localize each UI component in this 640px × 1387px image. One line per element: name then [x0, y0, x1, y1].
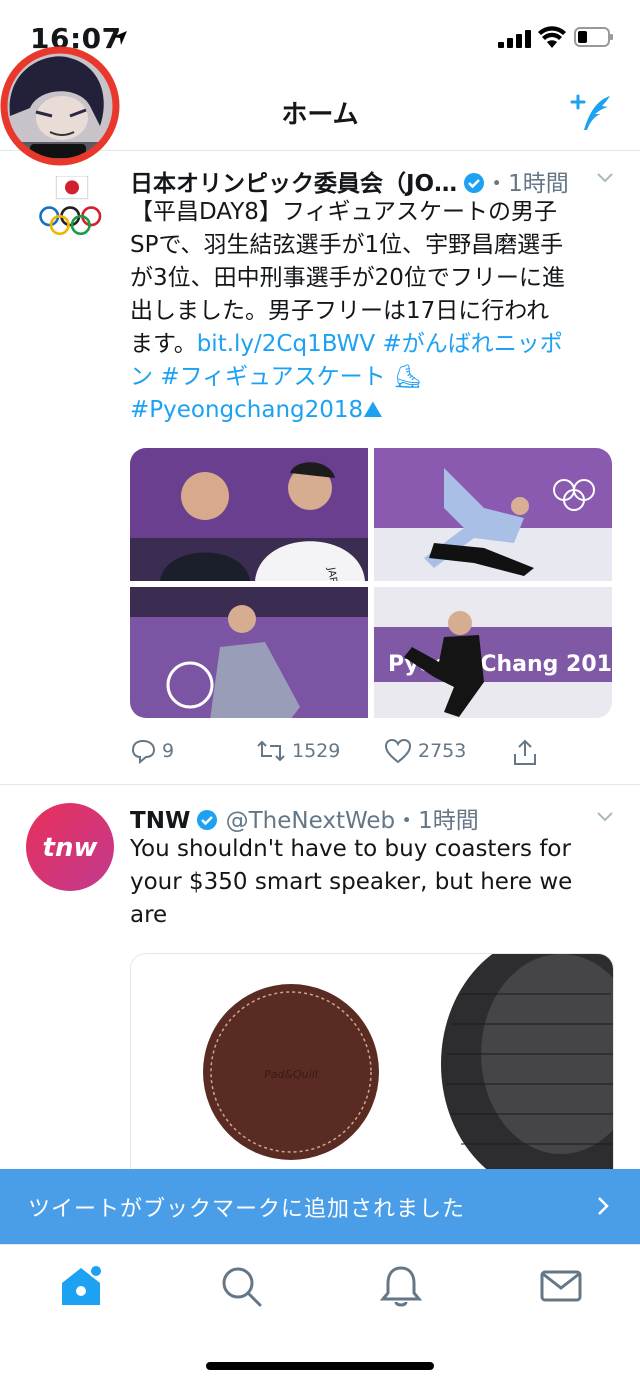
reply-icon	[131, 739, 156, 764]
cellular-signal-icon	[498, 30, 531, 48]
tweet-text-line: You shouldn't have to buy coasters for	[130, 836, 571, 862]
author-handle[interactable]: @TheNextWeb	[226, 808, 396, 834]
tweet-text-line: が3位、田中刑事選手が20位でフリーに進	[130, 265, 565, 291]
photo-coach-and-skater[interactable]: JAPAN	[130, 448, 368, 581]
share-button[interactable]	[512, 738, 538, 766]
author-name[interactable]: TNW	[130, 808, 190, 834]
tweet[interactable]: tnw TNW @TheNextWeb・1時間 You shouldn't ha…	[0, 785, 640, 1195]
tweet-text: 【平昌DAY8】フィギュアスケートの男子 SPで、羽生結弦選手が1位、宇野昌磨選…	[130, 196, 610, 427]
bookmark-toast[interactable]: ツイートがブックマークに追加されました	[0, 1169, 640, 1244]
tweet[interactable]: 日本オリンピック委員会（JO… ・1時間 【平昌DAY8】フィギュアスケートの男子…	[0, 150, 640, 785]
wifi-icon	[538, 26, 566, 48]
avatar-logo-text: tnw	[43, 833, 99, 863]
verified-badge-icon	[464, 173, 485, 193]
profile-avatar-button[interactable]	[0, 46, 120, 166]
toast-message: ツイートがブックマークに追加されました	[28, 1197, 466, 1222]
tnw-avatar[interactable]: tnw	[26, 803, 114, 891]
tweet-text-line: are	[130, 902, 168, 928]
notifications-tab-icon[interactable]	[378, 1263, 424, 1309]
share-icon	[514, 739, 536, 765]
tweet-text-line: 【平昌DAY8】フィギュアスケートの男子	[130, 199, 558, 225]
tweet-time: ・1時間	[395, 808, 479, 834]
tweet-time: ・1時間	[485, 171, 569, 197]
photo-skater-grey-costume[interactable]	[130, 587, 368, 718]
tweet-text-line: SPで、羽生結弦選手が1位、宇野昌磨選手	[130, 232, 564, 258]
retweet-count: 1529	[292, 740, 341, 762]
hashtag-link[interactable]: #がんばれニッポ	[382, 331, 562, 357]
hashtag-link[interactable]: #フィギュアスケート	[160, 364, 385, 390]
tweet-photo-grid[interactable]: JAPAN PyeongChang 2018	[130, 448, 612, 718]
tweet-link[interactable]: bit.ly/2Cq1BWV	[197, 331, 375, 357]
home-tab-icon[interactable]	[58, 1263, 104, 1309]
retweet-icon	[257, 740, 285, 762]
battery-icon	[574, 27, 613, 47]
like-count: 2753	[418, 740, 467, 762]
card-brand-text: Pad&Quill	[264, 1068, 318, 1081]
compose-tweet-icon[interactable]	[568, 92, 614, 134]
tweet-text-line: ます。	[130, 331, 197, 357]
skater-emoji-icon: ⛸	[385, 364, 423, 390]
link-card-image[interactable]: Pad&Quill	[130, 953, 614, 1195]
tweet-header: TNW @TheNextWeb・1時間	[130, 801, 620, 835]
like-button[interactable]: 2753	[384, 738, 466, 764]
chevron-down-icon[interactable]	[596, 811, 614, 823]
author-name[interactable]: 日本オリンピック委員会（JO…	[130, 171, 457, 197]
heart-icon	[384, 738, 412, 764]
tweet-actions: 9 1529 2753	[130, 738, 610, 768]
messages-tab-icon[interactable]	[538, 1263, 584, 1309]
chevron-down-icon[interactable]	[596, 172, 614, 184]
reply-button[interactable]: 9	[130, 738, 174, 764]
hashtag-link[interactable]: ン	[130, 364, 153, 390]
location-arrow-icon	[113, 31, 127, 45]
tweet-text-line: your $350 smart speaker, but here we	[130, 869, 573, 895]
search-tab-icon[interactable]	[218, 1263, 264, 1309]
photo-skater-jump[interactable]	[374, 448, 612, 581]
photo-skater-black-costume[interactable]: PyeongChang 2018	[374, 587, 612, 718]
home-indicator	[206, 1362, 434, 1370]
chevron-right-icon[interactable]	[596, 1195, 610, 1217]
verified-badge-icon	[197, 810, 218, 830]
tweet-text: You shouldn't have to buy coasters for y…	[130, 833, 610, 932]
olympic-committee-avatar[interactable]	[32, 176, 112, 246]
tweet-text-line: 出しました。男子フリーは17日に行われ	[130, 298, 550, 324]
mountain-emoji-icon: ⛰	[363, 397, 383, 423]
retweet-button[interactable]: 1529	[256, 738, 340, 764]
reply-count: 9	[162, 740, 175, 762]
hashtag-link[interactable]: #Pyeongchang2018	[130, 397, 363, 423]
tweet-header: 日本オリンピック委員会（JO… ・1時間	[130, 164, 620, 198]
